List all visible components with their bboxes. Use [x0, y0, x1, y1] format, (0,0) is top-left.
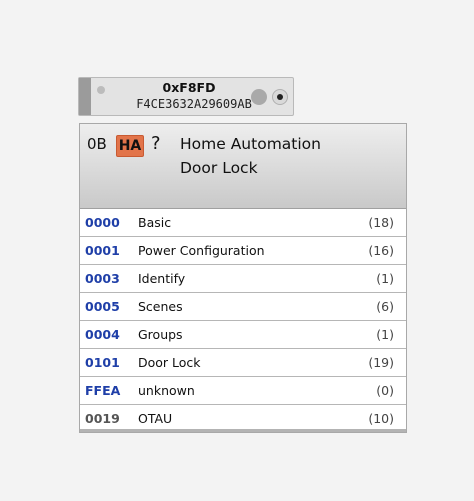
cluster-name: Identify	[138, 271, 186, 286]
cluster-list: 0000 Basic (18) 0001 Power Configuration (16)…	[80, 209, 406, 433]
node-nwk-address: 0xF8FD	[162, 80, 216, 95]
cluster-name: Door Lock	[138, 355, 201, 370]
cluster-id: 0001	[85, 243, 120, 258]
cluster-attribute-count: (19)	[368, 355, 394, 370]
cluster-attribute-count: (18)	[368, 215, 394, 230]
cluster-attribute-count: (6)	[376, 299, 394, 314]
cluster-row[interactable]: 0005 Scenes (6)	[80, 293, 406, 321]
cluster-id: 0003	[85, 271, 120, 286]
cluster-name: Basic	[138, 215, 172, 230]
node-endpoint-toggle[interactable]	[272, 89, 288, 105]
cluster-name: Groups	[138, 327, 183, 342]
unknown-badge: ?	[151, 133, 161, 154]
cluster-id: 0005	[85, 299, 120, 314]
cluster-attribute-count: (1)	[376, 271, 394, 286]
cluster-row[interactable]: 0000 Basic (18)	[80, 209, 406, 237]
radio-dot-icon	[277, 94, 283, 100]
profile-title: Home Automation	[180, 135, 321, 153]
cluster-row[interactable]: 0001 Power Configuration (16)	[80, 237, 406, 265]
cluster-id: 0019	[85, 411, 120, 426]
endpoint-id: 0B	[87, 135, 107, 153]
panel-footer	[80, 429, 406, 432]
endpoint-header[interactable]: 0B HA ? Home Automation Door Lock	[80, 124, 406, 209]
node-card[interactable]: 0xF8FD F4CE3632A29609AB	[78, 77, 294, 116]
cluster-id: 0004	[85, 327, 120, 342]
cluster-row[interactable]: 0101 Door Lock (19)	[80, 349, 406, 377]
cluster-name: unknown	[138, 383, 195, 398]
endpoint-panel: 0B HA ? Home Automation Door Lock 0000 Ba…	[79, 123, 407, 433]
profile-badge: HA	[116, 135, 144, 157]
node-status-indicator	[97, 86, 105, 94]
node-drag-handle[interactable]	[79, 78, 91, 115]
cluster-id: 0101	[85, 355, 120, 370]
cluster-name: OTAU	[138, 411, 173, 426]
cluster-row[interactable]: 0003 Identify (1)	[80, 265, 406, 293]
cluster-row[interactable]: 0004 Groups (1)	[80, 321, 406, 349]
cluster-name: Power Configuration	[138, 243, 265, 258]
cluster-attribute-count: (10)	[368, 411, 394, 426]
cluster-row[interactable]: FFEA unknown (0)	[80, 377, 406, 405]
cluster-attribute-count: (16)	[368, 243, 394, 258]
cluster-attribute-count: (0)	[376, 383, 394, 398]
cluster-id: FFEA	[85, 383, 121, 398]
cluster-attribute-count: (1)	[376, 327, 394, 342]
node-action-button[interactable]	[251, 89, 267, 105]
cluster-id: 0000	[85, 215, 120, 230]
device-title: Door Lock	[180, 159, 258, 177]
cluster-name: Scenes	[138, 299, 183, 314]
